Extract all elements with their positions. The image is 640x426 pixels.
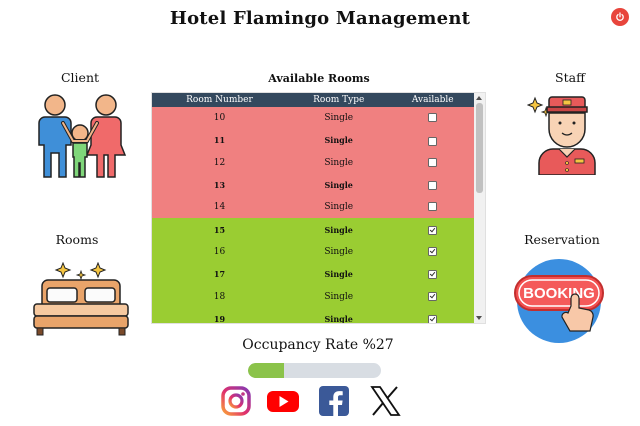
room-type-cell: Single — [324, 224, 353, 235]
occupancy-progress-fill — [248, 363, 284, 378]
room-type-cell: Single — [324, 269, 353, 280]
app-title: Hotel Flamingo Management — [169, 8, 471, 29]
room-number-cell: 19 — [213, 313, 226, 323]
room-number-cell: 18 — [213, 291, 226, 302]
available-checkbox[interactable] — [428, 113, 438, 123]
room-type-cell: Single — [324, 202, 354, 213]
room-type-cell: Single — [324, 291, 354, 302]
available-checkbox[interactable] — [428, 291, 438, 301]
available-checkbox[interactable] — [428, 136, 438, 146]
room-number-cell: 14 — [213, 202, 226, 213]
table-row[interactable]: 14 Single — [152, 196, 475, 219]
available-cell — [391, 152, 475, 174]
available-cell — [391, 129, 475, 151]
available-checkbox[interactable] — [428, 181, 438, 191]
x-icon[interactable] — [369, 386, 401, 416]
reservation-label: Reservation — [524, 232, 600, 247]
available-cell — [391, 263, 475, 285]
room-number-cell: 13 — [213, 180, 226, 191]
table-row[interactable]: 17 Single — [152, 263, 475, 286]
room-type-cell: Single — [324, 157, 354, 168]
available-cell — [391, 107, 475, 129]
client-family-icon[interactable] — [33, 93, 128, 183]
scroll-down-arrow-icon[interactable] — [476, 316, 482, 320]
column-header-available[interactable]: Available — [391, 93, 475, 107]
room-type-cell: Single — [324, 313, 353, 323]
available-cell — [391, 174, 475, 196]
table-row[interactable]: 19 Single — [152, 307, 475, 323]
rooms-bed-icon[interactable] — [32, 261, 130, 340]
table-row[interactable]: 13 Single — [152, 173, 475, 197]
room-type-cell: Single — [324, 135, 353, 146]
room-number-cell: 12 — [213, 157, 226, 168]
table-row[interactable]: 11 Single — [152, 129, 475, 152]
room-number-cell: 11 — [213, 135, 226, 146]
table-row[interactable]: 12 Single — [152, 151, 475, 174]
staff-bellboy-icon[interactable] — [526, 93, 607, 179]
room-number-cell: 15 — [213, 224, 226, 235]
available-cell — [391, 308, 475, 323]
room-type-cell: Single — [324, 113, 354, 124]
reservation-booking-icon[interactable]: BOOKING — [511, 258, 607, 348]
facebook-icon[interactable] — [318, 386, 350, 416]
available-cell — [391, 241, 475, 263]
staff-label: Staff — [555, 70, 585, 85]
room-type-cell: Single — [324, 180, 353, 191]
available-cell — [391, 285, 475, 307]
room-number-cell: 10 — [213, 113, 226, 124]
available-checkbox[interactable] — [428, 246, 438, 256]
available-cell — [391, 218, 475, 240]
booking-text: BOOKING — [523, 285, 595, 302]
available-cell — [391, 196, 475, 218]
occupancy-rate-label: Occupancy Rate %27 — [242, 337, 394, 353]
occupancy-progress-bar — [248, 363, 381, 378]
available-checkbox[interactable] — [428, 202, 438, 212]
available-rooms-caption: Available Rooms — [268, 72, 370, 85]
available-checkbox[interactable] — [428, 315, 438, 323]
rooms-table-container[interactable]: Room Number Room Type Available 10 Single… — [151, 92, 486, 324]
rooms-table: Room Number Room Type Available 10 Single… — [152, 93, 475, 323]
table-row[interactable]: 16 Single — [152, 240, 475, 264]
room-type-cell: Single — [324, 246, 354, 257]
table-row[interactable]: 10 Single — [152, 107, 475, 130]
column-header-room-type[interactable]: Room Type — [287, 93, 391, 107]
client-label: Client — [60, 70, 100, 85]
instagram-icon[interactable] — [220, 386, 252, 416]
available-checkbox[interactable] — [428, 270, 438, 280]
available-checkbox[interactable] — [428, 225, 438, 235]
table-row[interactable]: 18 Single — [152, 285, 475, 308]
rooms-label: Rooms — [55, 232, 99, 247]
room-number-cell: 17 — [213, 269, 226, 280]
column-header-room-number[interactable]: Room Number — [152, 93, 287, 107]
room-number-cell: 16 — [213, 246, 226, 257]
scroll-up-arrow-icon[interactable] — [476, 96, 482, 100]
available-checkbox[interactable] — [428, 157, 438, 167]
scrollbar-thumb[interactable] — [476, 103, 483, 193]
table-header-row: Room Number Room Type Available — [152, 93, 475, 107]
table-row[interactable]: 15 Single — [152, 218, 475, 241]
power-button[interactable] — [611, 8, 629, 26]
power-icon — [616, 12, 624, 21]
table-scrollbar[interactable] — [474, 93, 485, 323]
youtube-icon[interactable] — [266, 386, 299, 416]
